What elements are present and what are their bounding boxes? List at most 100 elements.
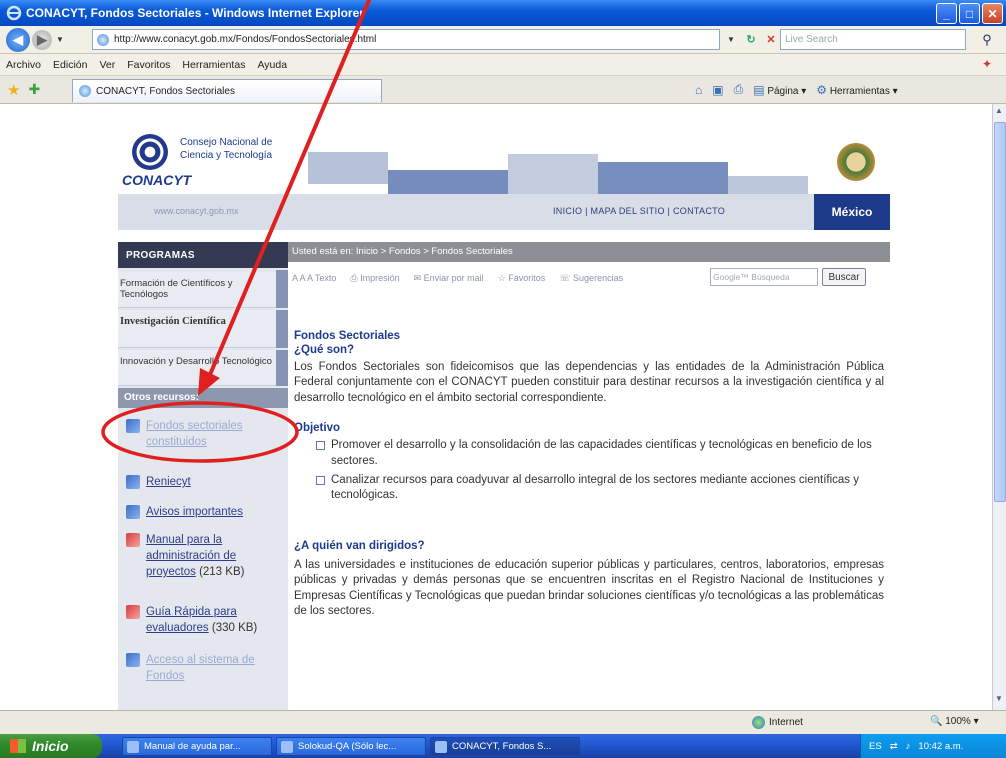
pdf-icon: [126, 605, 140, 619]
document-icon: [126, 505, 140, 519]
que-son-text: Los Fondos Sectoriales son fideicomisos …: [294, 361, 884, 404]
history-dropdown-icon[interactable]: ▼: [56, 35, 64, 44]
resource-reniecyt[interactable]: Reniecyt: [126, 474, 286, 490]
vertical-scrollbar[interactable]: ▲ ▼: [992, 104, 1006, 710]
bullet-box-icon: [316, 441, 325, 451]
menu-herramientas[interactable]: Herramientas: [176, 59, 251, 71]
objective-item: Promover el desarrollo y la consolidació…: [316, 438, 884, 469]
print-label: Impresión: [360, 272, 400, 283]
home-icon[interactable]: ⌂: [695, 83, 702, 97]
page-viewport: CONACYT Consejo Nacional de Ciencia y Te…: [0, 104, 992, 710]
menu-ver[interactable]: Ver: [93, 59, 121, 71]
document-icon: [126, 653, 140, 667]
scroll-down-icon[interactable]: ▼: [995, 694, 1005, 703]
close-button[interactable]: ✕: [982, 3, 1003, 24]
add-favorite-icon[interactable]: ✚: [28, 81, 40, 98]
address-dropdown-icon[interactable]: ▼: [722, 30, 740, 48]
title-bar: CONACYT, Fondos Sectoriales - Windows In…: [0, 0, 1006, 26]
favorites-label: Favoritos: [508, 272, 546, 283]
tab-conacyt[interactable]: CONACYT, Fondos Sectoriales: [72, 79, 382, 102]
tab-row: ★ ✚ CONACYT, Fondos Sectoriales ⌂ ▣ ⎙ ▤ …: [0, 76, 1006, 104]
tab-page-icon: [79, 85, 91, 97]
resource-guia[interactable]: Guía Rápida para evaluadores (330 KB): [126, 604, 286, 636]
suggestions-link[interactable]: ☏ Sugerencias: [559, 273, 623, 284]
logo-wordmark: CONACYT: [122, 172, 192, 188]
minimize-button[interactable]: _: [936, 3, 957, 24]
audience-text: A las universidades e instituciones de e…: [294, 558, 884, 618]
main-content: Fondos Sectoriales ¿Qué son? Los Fondos …: [294, 330, 884, 619]
page-tools: A A A Texto ⎙ Impresión ✉ Enviar por mai…: [288, 264, 890, 292]
scrollbar-thumb[interactable]: [994, 122, 1006, 502]
tools-menu[interactable]: ⚙ Herramientas ▾: [816, 83, 897, 97]
buscar-button[interactable]: Buscar: [822, 268, 866, 286]
program-investigacion[interactable]: Investigación Científica: [118, 310, 276, 348]
menu-edicion[interactable]: Edición: [47, 59, 93, 71]
favorites-center-icon[interactable]: ★: [7, 81, 20, 99]
zoom-control[interactable]: 🔍 100% ▾: [930, 716, 979, 727]
conacyt-logo-icon: [132, 134, 168, 170]
org-name: Consejo Nacional de Ciencia y Tecnología: [180, 136, 272, 162]
mexico-banner[interactable]: México: [814, 194, 890, 230]
breadcrumb-path[interactable]: Inicio > Fondos > Fondos Sectoriales: [356, 246, 513, 257]
favorites-link[interactable]: ☆ Favoritos: [498, 273, 546, 284]
live-search-input[interactable]: Live Search: [780, 29, 966, 50]
stop-button[interactable]: ✕: [762, 30, 780, 48]
feeds-icon[interactable]: ▣: [712, 83, 723, 97]
program-formacion[interactable]: Formación de Científicos y Tecnólogos: [118, 272, 276, 308]
section-objetivo: Objetivo: [294, 422, 341, 435]
resource-manual[interactable]: Manual para la administración de proyect…: [126, 532, 286, 580]
back-button[interactable]: ◀: [6, 27, 30, 52]
windows-logo-icon: [10, 739, 26, 753]
maximize-button[interactable]: □: [959, 3, 980, 24]
menu-favoritos[interactable]: Favoritos: [121, 59, 176, 71]
site-nav-links[interactable]: INICIO | MAPA DEL SITIO | CONTACTO: [553, 206, 725, 216]
pdf-icon: [126, 533, 140, 547]
resource-link[interactable]: Avisos importantes: [146, 504, 243, 520]
zone-label: Internet: [769, 717, 803, 728]
start-label: Inicio: [32, 738, 69, 754]
scroll-up-icon[interactable]: ▲: [995, 106, 1005, 115]
menu-ayuda[interactable]: Ayuda: [251, 59, 293, 71]
tools-gear-icon: ⚙: [816, 82, 828, 97]
language-indicator[interactable]: ES: [869, 741, 882, 752]
resource-fondos-sectoriales[interactable]: Fondos sectoriales constituidos: [126, 418, 286, 450]
start-button[interactable]: Inicio: [0, 734, 102, 758]
file-size: (213 KB): [199, 566, 245, 578]
taskbar-item-manual[interactable]: Manual de ayuda par...: [122, 737, 272, 756]
page-menu[interactable]: ▤ Página ▾: [753, 83, 806, 97]
section-audience: ¿A quién van dirigidos?: [294, 539, 425, 552]
email-link[interactable]: ✉ Enviar por mail: [414, 273, 484, 284]
program-innovacion[interactable]: Innovación y Desarrollo Tecnológico: [118, 350, 276, 386]
resource-link[interactable]: Fondos sectoriales constituidos: [146, 418, 286, 450]
section-que-son: ¿Qué son?: [294, 344, 355, 356]
search-icon[interactable]: ⚲: [972, 29, 1002, 50]
volume-icon[interactable]: ♪: [906, 741, 911, 752]
bullet-box-icon: [316, 476, 325, 486]
print-link[interactable]: ⎙ Impresión: [350, 273, 399, 284]
window-title: CONACYT, Fondos Sectoriales - Windows In…: [26, 6, 364, 20]
text-size-control[interactable]: A A A Texto: [292, 273, 336, 283]
file-size: (330 KB): [211, 622, 258, 634]
page-icon: [97, 33, 109, 46]
print-icon[interactable]: ⎙: [734, 82, 744, 97]
taskbar-item-solokud[interactable]: Solokud-QA (Sólo lec...: [276, 737, 426, 756]
taskbar-item-label: Solokud-QA (Sólo lec...: [298, 741, 397, 752]
forward-button[interactable]: ▶: [32, 29, 52, 50]
resource-avisos[interactable]: Avisos importantes: [126, 504, 286, 520]
address-bar-row: ◀ ▶ ▼ http://www.conacyt.gob.mx/Fondos/F…: [0, 26, 1006, 54]
resource-link[interactable]: Reniecyt: [146, 474, 191, 490]
internet-explorer-icon: [6, 5, 22, 21]
toolbar-extra-icon[interactable]: ✦: [976, 57, 998, 71]
word-icon: [127, 740, 139, 753]
site-header: CONACYT Consejo Nacional de Ciencia y Te…: [118, 124, 890, 210]
refresh-button[interactable]: ↻: [742, 30, 760, 48]
menu-archivo[interactable]: Archivo: [0, 59, 47, 71]
taskbar-item-conacyt[interactable]: CONACYT, Fondos S...: [430, 737, 580, 756]
resource-link[interactable]: Acceso al sistema de Fondos: [146, 652, 286, 684]
network-icon[interactable]: ⇄: [890, 741, 898, 752]
objective-text: Canalizar recursos para coadyuvar al des…: [331, 474, 859, 502]
address-input[interactable]: http://www.conacyt.gob.mx/Fondos/FondosS…: [92, 29, 720, 50]
site-search-input[interactable]: Google™ Búsqueda: [710, 268, 818, 286]
resource-acceso[interactable]: Acceso al sistema de Fondos: [126, 652, 286, 684]
left-sidebar: PROGRAMAS Formación de Científicos y Tec…: [118, 242, 288, 710]
